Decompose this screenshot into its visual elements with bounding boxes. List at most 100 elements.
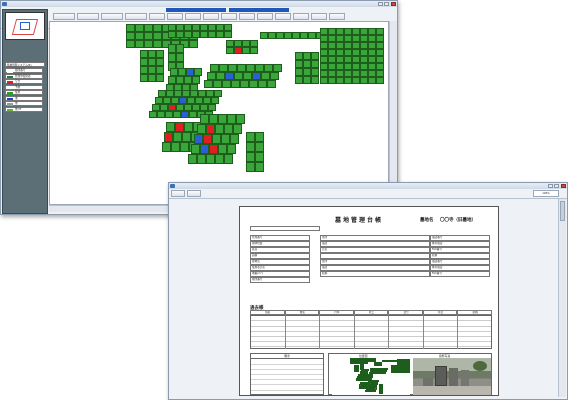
grave-plot[interactable] bbox=[360, 63, 368, 70]
grave-plot[interactable] bbox=[216, 72, 225, 80]
map-vertical-scrollbar[interactable] bbox=[389, 21, 397, 205]
grave-plot[interactable] bbox=[336, 35, 344, 42]
grave-plot[interactable] bbox=[276, 32, 284, 39]
cemetery-map[interactable] bbox=[49, 21, 389, 205]
grave-plot[interactable] bbox=[224, 154, 233, 164]
grave-plot[interactable] bbox=[255, 152, 264, 162]
grave-plot[interactable] bbox=[328, 42, 336, 49]
grave-plot[interactable] bbox=[218, 144, 227, 154]
grave-plot[interactable] bbox=[135, 40, 144, 48]
grave-plot[interactable] bbox=[192, 31, 200, 38]
grave-plot[interactable] bbox=[234, 47, 242, 54]
grave-plot[interactable] bbox=[352, 56, 360, 63]
grave-plot[interactable] bbox=[182, 90, 190, 97]
record-date-field[interactable] bbox=[250, 226, 320, 231]
grave-plot[interactable] bbox=[168, 104, 176, 111]
grave-plot[interactable] bbox=[328, 77, 336, 84]
grave-plot[interactable] bbox=[252, 72, 261, 80]
grave-plot[interactable] bbox=[156, 58, 164, 66]
grave-plot[interactable] bbox=[178, 68, 186, 76]
grave-plot[interactable] bbox=[165, 111, 173, 118]
grave-plot[interactable] bbox=[249, 80, 258, 88]
grave-plot[interactable] bbox=[303, 68, 311, 76]
grave-plot[interactable] bbox=[200, 24, 208, 31]
overview-map[interactable] bbox=[5, 12, 45, 40]
grave-plot[interactable] bbox=[360, 28, 368, 35]
grave-plot[interactable] bbox=[381, 391, 384, 394]
grave-plot[interactable] bbox=[270, 72, 279, 80]
grave-plot[interactable] bbox=[140, 66, 148, 74]
ledger-field[interactable]: 続柄 bbox=[320, 271, 430, 277]
grave-plot[interactable] bbox=[210, 64, 219, 72]
grave-plot[interactable] bbox=[264, 64, 273, 72]
grave-plot[interactable] bbox=[295, 60, 303, 68]
grave-plot[interactable] bbox=[258, 80, 267, 88]
grave-plot[interactable] bbox=[352, 49, 360, 56]
document-vertical-scrollbar[interactable] bbox=[558, 199, 566, 397]
grave-plot[interactable] bbox=[153, 32, 162, 40]
grave-plot[interactable] bbox=[171, 97, 179, 104]
grave-plot[interactable] bbox=[336, 49, 344, 56]
toolbar-button-13[interactable] bbox=[293, 13, 309, 20]
grave-plot[interactable] bbox=[168, 53, 176, 62]
grave-plot[interactable] bbox=[246, 142, 255, 152]
grave-plot[interactable] bbox=[156, 66, 164, 74]
grave-plot[interactable] bbox=[126, 24, 135, 32]
grave-plot[interactable] bbox=[360, 35, 368, 42]
grave-plot[interactable] bbox=[216, 31, 224, 38]
grave-plot[interactable] bbox=[376, 35, 384, 42]
legend-item[interactable]: 管理中使用者 bbox=[5, 73, 43, 79]
grave-plot[interactable] bbox=[311, 60, 319, 68]
grave-plot[interactable] bbox=[360, 77, 368, 84]
grave-plot[interactable] bbox=[187, 97, 195, 104]
grave-plot[interactable] bbox=[148, 58, 156, 66]
grave-plot[interactable] bbox=[376, 42, 384, 49]
grave-plot[interactable] bbox=[311, 68, 319, 76]
grave-plot[interactable] bbox=[328, 63, 336, 70]
grave-plot[interactable] bbox=[221, 134, 230, 144]
grave-plot[interactable] bbox=[368, 70, 376, 77]
grave-plot[interactable] bbox=[153, 40, 162, 48]
grave-plot[interactable] bbox=[344, 63, 352, 70]
grave-plot[interactable] bbox=[156, 74, 164, 82]
toolbar-button-4[interactable] bbox=[125, 13, 147, 20]
toolbar-button-10[interactable] bbox=[239, 13, 255, 20]
grave-plot[interactable] bbox=[176, 31, 184, 38]
toolbar-button-14[interactable] bbox=[311, 13, 327, 20]
grave-plot[interactable] bbox=[224, 31, 232, 38]
grave-plot[interactable] bbox=[209, 144, 218, 154]
grave-plot[interactable] bbox=[295, 52, 303, 60]
grave-plot[interactable] bbox=[226, 40, 234, 47]
toolbar-button-11[interactable] bbox=[257, 13, 273, 20]
grave-plot[interactable] bbox=[352, 42, 360, 49]
grave-plot[interactable] bbox=[209, 114, 218, 124]
grave-plot[interactable] bbox=[231, 80, 240, 88]
legend-item[interactable]: 予約 bbox=[5, 84, 43, 90]
grave-plot[interactable] bbox=[135, 32, 144, 40]
grave-plot[interactable] bbox=[149, 111, 157, 118]
grave-plot[interactable] bbox=[192, 104, 200, 111]
grave-plot[interactable] bbox=[365, 362, 368, 365]
maximize-button[interactable] bbox=[384, 2, 389, 6]
grave-plot[interactable] bbox=[126, 32, 135, 40]
grave-plot[interactable] bbox=[213, 80, 222, 88]
grave-plot[interactable] bbox=[168, 31, 176, 38]
grave-plot[interactable] bbox=[126, 40, 135, 48]
grave-plot[interactable] bbox=[328, 56, 336, 63]
grave-plot[interactable] bbox=[200, 31, 208, 38]
toolbar-button-5[interactable] bbox=[149, 13, 165, 20]
grave-plot[interactable] bbox=[368, 28, 376, 35]
grave-plot[interactable] bbox=[144, 32, 153, 40]
grave-plot[interactable] bbox=[246, 64, 255, 72]
grave-plot[interactable] bbox=[368, 42, 376, 49]
grave-plot[interactable] bbox=[158, 90, 166, 97]
grave-plot[interactable] bbox=[219, 64, 228, 72]
grave-plot[interactable] bbox=[394, 370, 397, 373]
grave-plot[interactable] bbox=[155, 97, 163, 104]
grave-plot[interactable] bbox=[230, 134, 239, 144]
grave-plot[interactable] bbox=[184, 76, 192, 84]
grave-plot[interactable] bbox=[360, 49, 368, 56]
grave-plot[interactable] bbox=[224, 24, 232, 31]
grave-plot[interactable] bbox=[336, 42, 344, 49]
toolbar-button-9[interactable] bbox=[221, 13, 237, 20]
